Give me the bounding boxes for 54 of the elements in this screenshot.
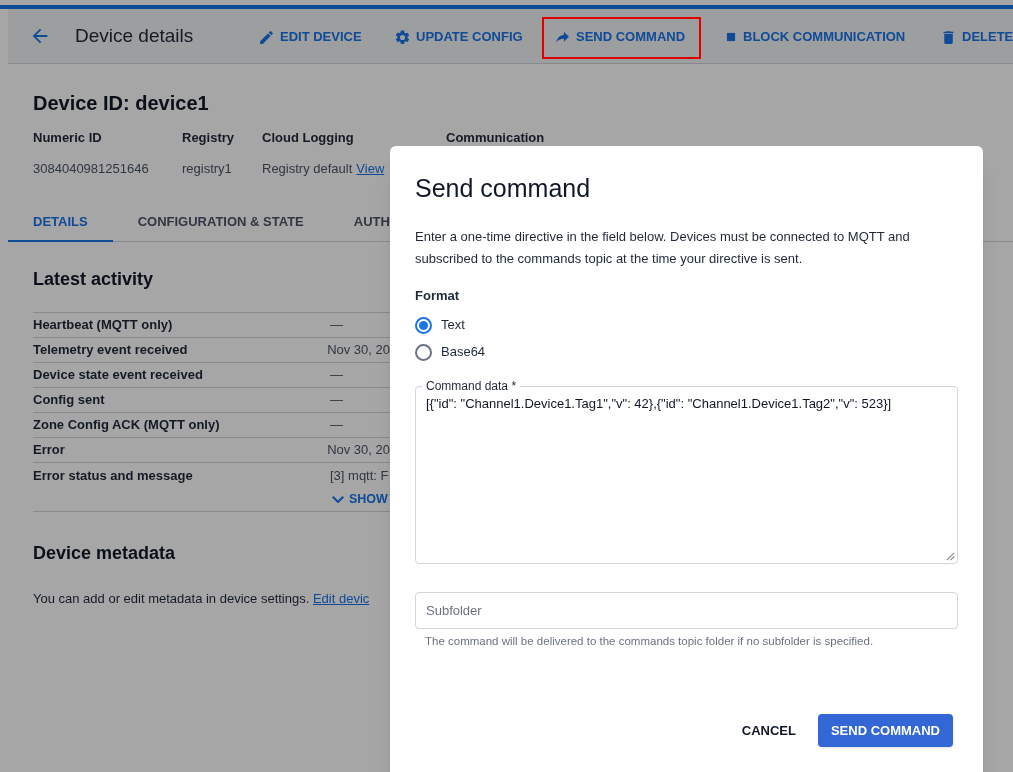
square-icon [724, 30, 738, 44]
edit-device-link[interactable]: Edit devic [312, 591, 370, 606]
tab[interactable]: DETAILS [8, 204, 113, 242]
format-label: Format [415, 287, 461, 305]
page-title: Device details [75, 23, 195, 48]
field-label: Cloud Logging [262, 129, 355, 147]
field-value: [{"id": "Channel1.Device1.Tag1","v": 42},{"id": "Channel1.Device1.Tag2","v": 523}] [426, 394, 893, 413]
dialog-description: Enter a one-time directive in the field below. Devices must be connected to MQTT and subscribed to the commands topic at the time your directive is sent. [415, 228, 911, 268]
activity-value: Nov 30, 20 [327, 341, 390, 360]
metadata-text: You can add or edit metadata in device settings. [33, 591, 310, 606]
send-command-button[interactable]: SEND COMMAND [817, 713, 953, 747]
activity-value: — [330, 366, 343, 385]
activity-label: Heartbeat (MQTT only) [33, 316, 174, 335]
subfolder-field[interactable]: Subfolder [415, 591, 958, 629]
settings-icon [394, 28, 411, 46]
activity-label: Zone Config ACK (MQTT only) [33, 416, 221, 435]
radio-button[interactable] [415, 343, 432, 361]
field-label: Numeric ID [33, 129, 103, 147]
activity-label: Device state event received [33, 366, 204, 385]
helper-text: The command will be delivered to the commands topic folder if no subfolder is specified. [424, 633, 875, 649]
field-label: Registry [182, 129, 236, 147]
device-heading: Device ID: device1 [33, 91, 210, 116]
activity-label: Config sent [33, 391, 106, 410]
toolbar-button[interactable]: DELETE [934, 18, 1013, 56]
section-title: Device metadata [33, 542, 177, 565]
dialog-title: Send command [415, 173, 592, 204]
view-link[interactable]: View [356, 158, 385, 178]
resize-handle-icon[interactable] [946, 551, 955, 561]
activity-label: Error [33, 441, 66, 460]
toolbar-button[interactable]: UPDATE CONFIG [388, 18, 529, 56]
show-more-button[interactable]: SHOW [332, 490, 388, 509]
section-title: Latest activity [33, 268, 155, 290]
tab[interactable]: AUTH [328, 204, 415, 242]
field-value: registry1 [182, 159, 232, 178]
toolbar-button[interactable]: BLOCK COMMUNICATION [718, 18, 912, 56]
activity-value: — [330, 416, 343, 435]
pencil-icon [258, 28, 275, 46]
radio-button[interactable] [415, 316, 432, 334]
activity-value: Nov 30, 20 [327, 441, 390, 460]
field-value: Registry default [262, 159, 353, 178]
toolbar-button[interactable]: EDIT DEVICE [252, 18, 368, 56]
field-label: Communication [446, 129, 546, 147]
activity-label: Error status and message [33, 466, 194, 485]
activity-label: Telemetry event received [33, 341, 189, 360]
activity-value: — [330, 316, 343, 335]
chevron-down-icon [332, 495, 344, 504]
cancel-button[interactable]: CANCEL [733, 713, 804, 747]
radio-label: Text [441, 316, 465, 335]
activity-value: — [330, 391, 343, 410]
tab[interactable]: CONFIGURATION & STATE [112, 204, 329, 242]
activity-value: [3] mqtt: F [330, 466, 389, 485]
field-value: 3084040981251646 [33, 159, 149, 178]
toolbar-button[interactable]: SEND COMMAND [548, 18, 692, 56]
radio-label: Base64 [441, 343, 486, 362]
